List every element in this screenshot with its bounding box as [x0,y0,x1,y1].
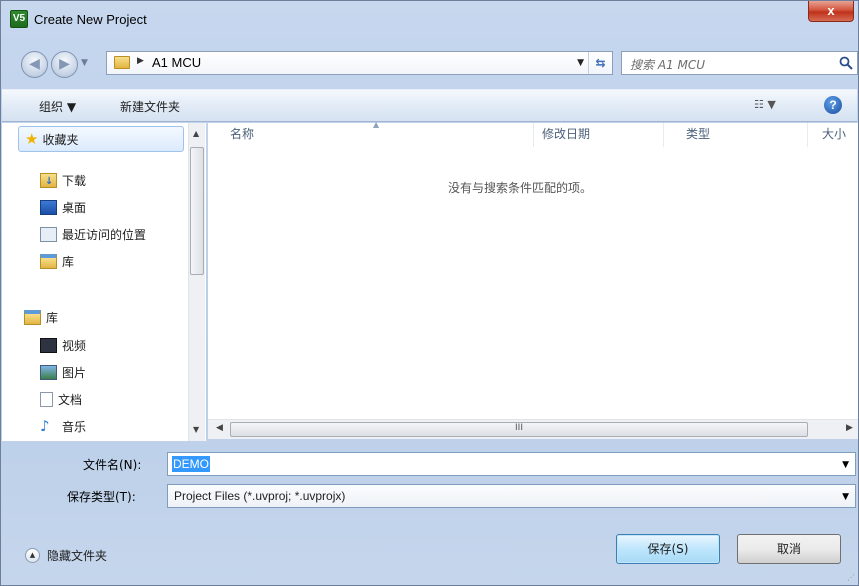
column-header-modified[interactable]: 修改日期 [528,123,664,147]
filetype-label: 保存类型(T): [67,490,136,504]
back-button[interactable]: ◀ [21,51,48,78]
filename-dropdown-icon[interactable]: ▼ [842,460,849,470]
refresh-icon[interactable]: ⇆ [588,52,612,74]
nav-item-downloads[interactable]: ↓ 下载 [40,169,86,191]
nav-item-label: 图片 [62,365,87,380]
sort-ascending-icon: ▲ [373,120,380,129]
pictures-icon [40,364,57,380]
hide-folders-toggle[interactable]: ▲ 隐藏文件夹 [25,547,107,564]
nav-item-label: 视频 [62,338,87,353]
address-row: ◀ ▶ ▼ ▶ A1 MCU ▼ ⇆ 搜索 A1 MCU [1,49,858,79]
navigation-pane: ★ 收藏夹 ↓ 下载 桌面 最近访问的位置 库 库 视频 图片 文档 ♪ 音乐 [2,123,206,441]
scroll-down-icon[interactable]: ▼ [193,425,199,434]
star-icon: ★ [25,130,39,148]
nav-item-recent-places[interactable]: 最近访问的位置 [40,223,146,245]
column-header-type[interactable]: 类型 [672,123,808,147]
resize-grip-icon[interactable]: ⋰ [847,573,855,582]
nav-item-pictures[interactable]: 图片 [40,361,86,383]
window-title: Create New Project [34,12,147,27]
file-list-pane[interactable]: 名称 ▲ 修改日期 类型 大小 没有与搜索条件匹配的项。 [208,120,858,419]
nav-item-desktop[interactable]: 桌面 [40,196,86,218]
address-bar[interactable]: ▶ A1 MCU ▼ ⇆ [106,51,613,75]
video-icon [40,337,57,353]
filetype-value: Project Files (*.uvproj; *.uvprojx) [174,489,346,503]
empty-results-message: 没有与搜索条件匹配的项。 [448,181,593,195]
view-options-icon[interactable]: ☷ ▼ [754,98,776,111]
scrollbar-thumb[interactable]: III [230,422,808,437]
content-horizontal-scrollbar[interactable]: ◀ III ▶ [208,419,858,439]
nav-item-documents[interactable]: 文档 [40,388,82,410]
nav-item-label: 桌面 [62,200,87,215]
download-folder-icon: ↓ [40,172,57,188]
nav-item-label: 收藏夹 [42,132,79,147]
app-icon: V5 [10,10,28,28]
filename-value[interactable]: DEMO [172,456,210,472]
help-icon[interactable]: ? [824,96,842,114]
search-icon[interactable] [839,56,853,70]
nav-vertical-scrollbar[interactable]: ▲ ▼ [188,123,205,441]
forward-button[interactable]: ▶ [51,51,78,78]
nav-item-libraries[interactable]: 库 [40,250,74,272]
title-bar: V5 Create New Project x [1,1,858,41]
nav-item-music[interactable]: ♪ 音乐 [40,415,86,437]
nav-item-favorites[interactable]: ★ 收藏夹 [18,126,184,152]
folder-icon [114,56,130,69]
save-dialog-window: V5 Create New Project x ◀ ▶ ▼ ▶ A1 MCU ▼… [0,0,859,586]
command-toolbar: 组织 ▼ 新建文件夹 ☷ ▼ ? [2,89,857,122]
breadcrumb-segment[interactable]: A1 MCU [152,55,201,70]
library-icon [24,309,41,325]
hide-folders-label: 隐藏文件夹 [47,549,108,563]
new-folder-button[interactable]: 新建文件夹 [120,98,180,115]
nav-item-label: 音乐 [62,419,87,434]
desktop-icon [40,199,57,215]
search-placeholder: 搜索 A1 MCU [630,58,705,72]
scroll-up-icon[interactable]: ▲ [193,129,199,138]
nav-item-label: 下载 [62,173,87,188]
filename-label: 文件名(N): [83,458,142,472]
filetype-select[interactable]: Project Files (*.uvproj; *.uvprojx) ▼ [167,484,856,508]
filetype-dropdown-icon[interactable]: ▼ [842,492,849,502]
close-button[interactable]: x [808,1,854,22]
nav-item-label: 文档 [58,392,83,407]
collapse-chevron-icon: ▲ [25,548,40,563]
save-button[interactable]: 保存(S) [616,534,720,564]
nav-item-label: 库 [46,310,59,325]
nav-item-label: 库 [62,254,75,269]
scroll-right-icon[interactable]: ▶ [846,423,853,433]
filename-field[interactable]: DEMO ▼ [167,452,856,476]
cancel-button[interactable]: 取消 [737,534,841,564]
music-icon: ♪ [40,416,50,435]
breadcrumb-arrow-icon[interactable]: ▶ [137,56,144,66]
recent-places-icon [40,226,57,242]
nav-item-videos[interactable]: 视频 [40,334,86,356]
library-icon [40,253,57,269]
scrollbar-thumb[interactable] [190,147,204,275]
history-dropdown-icon[interactable]: ▼ [81,58,88,68]
nav-item-library-root[interactable]: 库 [24,306,58,328]
scroll-left-icon[interactable]: ◀ [216,423,223,433]
organize-menu[interactable]: 组织 ▼ [39,98,76,115]
column-header-size[interactable]: 大小 [808,123,858,147]
documents-icon [40,391,53,407]
address-dropdown-icon[interactable]: ▼ [577,58,584,68]
search-input[interactable]: 搜索 A1 MCU [621,51,858,75]
nav-item-label: 最近访问的位置 [62,227,147,242]
